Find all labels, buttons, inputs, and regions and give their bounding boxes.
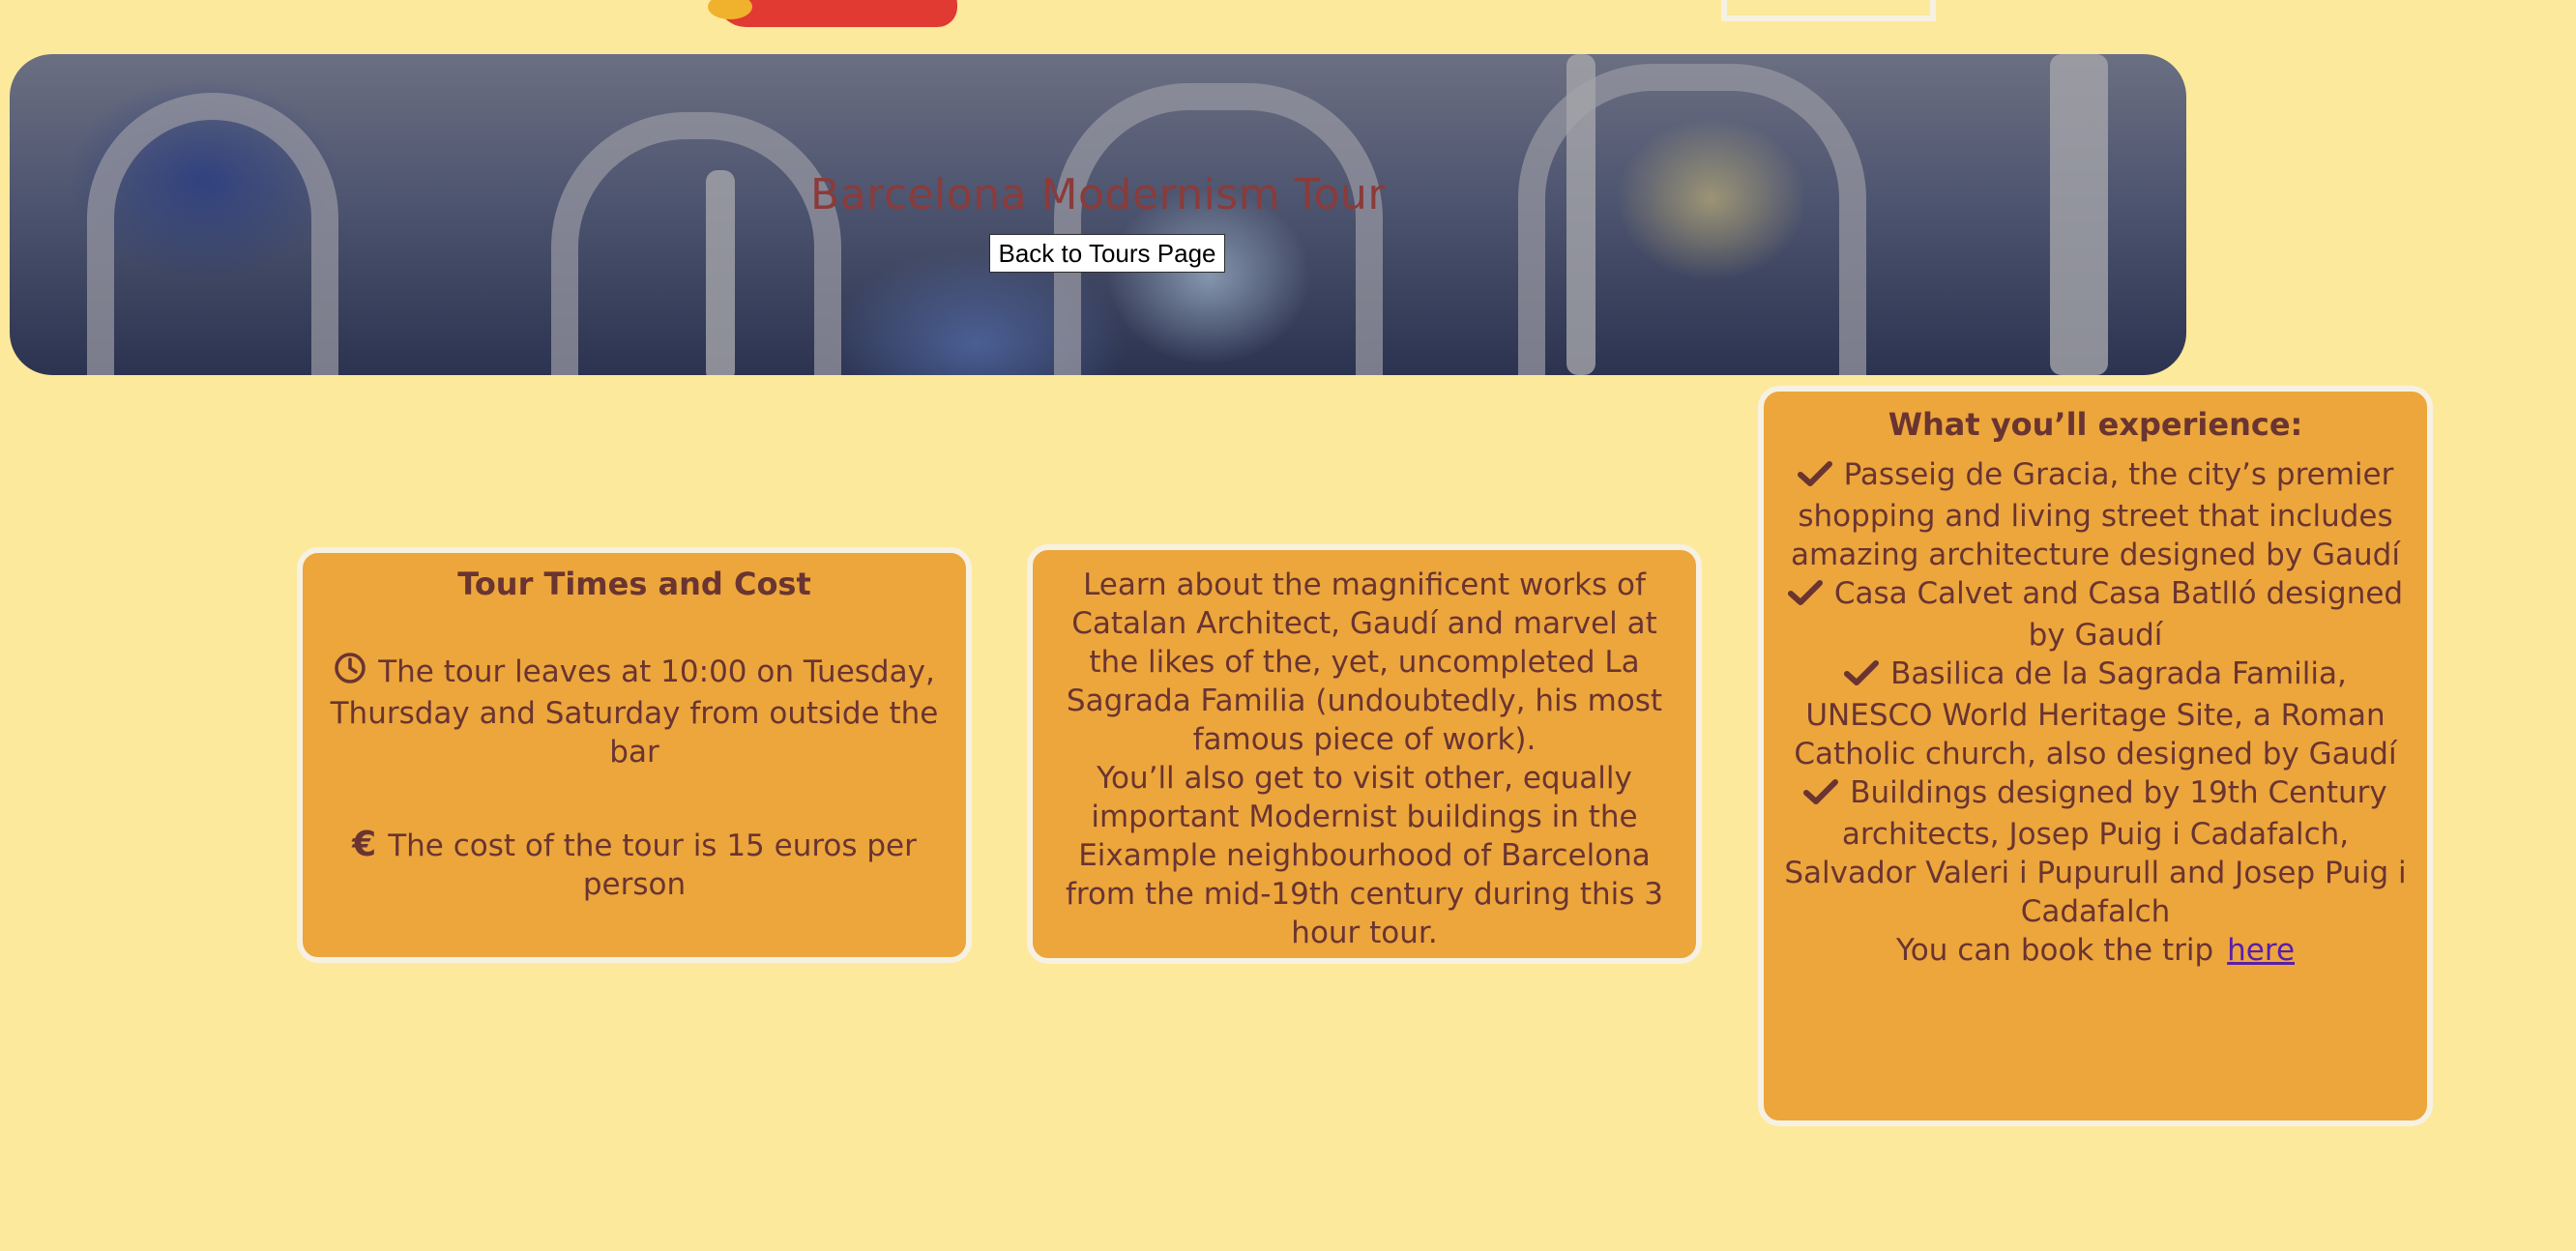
experience-item: Passeig de Gracia, the city’s premier sh…: [1791, 457, 2400, 572]
experience-card: What you’ll experience: Passeig de Graci…: [1758, 386, 2433, 1126]
check-icon: [1787, 577, 1823, 616]
book-trip-link[interactable]: here: [2227, 933, 2295, 968]
check-icon: [1844, 657, 1880, 696]
hero-arch: [87, 93, 338, 375]
hero-banner: Barcelona Modernism Tour Back to Tours P…: [10, 54, 2186, 375]
description-paragraph: Learn about the magnificent works of Cat…: [1066, 567, 1663, 757]
check-icon: [1797, 458, 1832, 497]
tour-times-card: Tour Times and Cost The tour leaves at 1…: [297, 547, 972, 963]
euro-icon: €: [352, 825, 377, 864]
experience-item: Buildings designed by 19th Century archi…: [1784, 775, 2407, 929]
experience-heading: What you’ll experience:: [1888, 406, 2303, 443]
back-to-tours-button[interactable]: Back to Tours Page: [989, 234, 1225, 273]
experience-item: Basilica de la Sagrada Familia, UNESCO W…: [1794, 656, 2397, 771]
description-paragraph: You’ll also get to visit other, equally …: [1065, 761, 1664, 950]
page-title: Barcelona Modernism Tour: [810, 170, 1386, 219]
hero-arch: [551, 112, 841, 375]
tour-times-heading: Tour Times and Cost: [457, 566, 811, 602]
book-trip-text: You can book the trip: [1895, 933, 2214, 968]
tour-cost-text: € The cost of the tour is 15 euros per pe…: [352, 825, 917, 903]
check-icon: [1803, 776, 1839, 815]
decorative-frame: [1721, 0, 1936, 21]
hero-arch: [1054, 83, 1383, 375]
tour-time-text: The tour leaves at 10:00 on Tuesday, Thu…: [318, 652, 951, 771]
tour-description-card: Learn about the magnificent works of Cat…: [1027, 544, 1702, 964]
experience-item: Casa Calvet and Casa Batlló designed by …: [1779, 574, 2412, 655]
book-trip-row: You can book the trip here: [1779, 931, 2412, 970]
clock-icon: [334, 652, 366, 694]
